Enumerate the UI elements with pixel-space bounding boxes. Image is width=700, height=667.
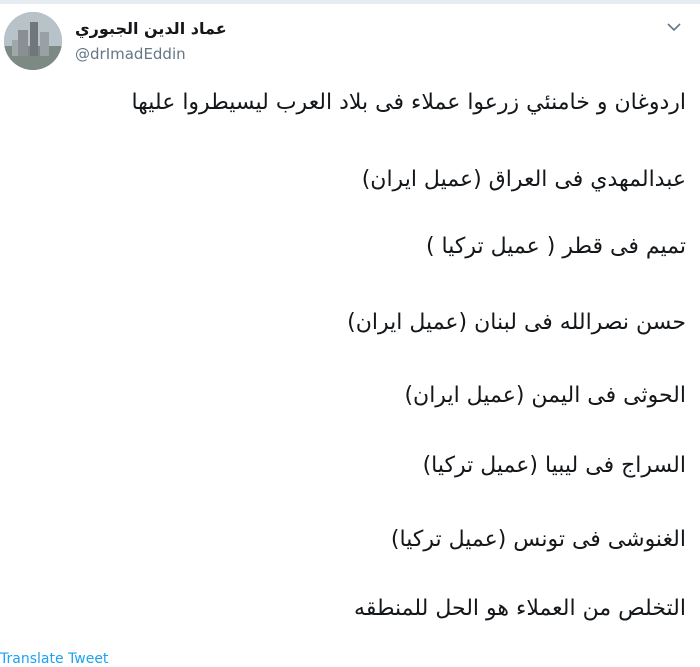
tweet-text-line: تميم فى قطر ( عميل تركيا ) [425, 234, 686, 259]
top-divider [0, 0, 700, 4]
tweet-text-line: حسن نصرالله فى لبنان (عميل ايران) [347, 310, 686, 335]
chevron-down-icon [667, 22, 681, 31]
tweet-text-line: الحوثى فى اليمن (عميل ايران) [404, 383, 686, 408]
tweet-text-line: اردوغان و خامنئي زرعوا عملاء فى بلاد الع… [131, 90, 686, 115]
tweet-text-line: السراج فى ليبيا (عميل تركيا) [422, 453, 686, 478]
tweet-text-line: التخلص من العملاء هو الحل للمنطقه [354, 596, 686, 621]
tweet-text-line: الغنوشى فى تونس (عميل تركيا) [390, 527, 686, 552]
avatar[interactable] [4, 12, 62, 70]
author-handle[interactable]: @drImadEddin [75, 45, 186, 63]
avatar-image [4, 12, 62, 70]
tweet-text-line: عبدالمهدي فى العراق (عميل ايران) [361, 167, 686, 192]
tweet-menu-button[interactable] [663, 16, 685, 38]
author-display-name[interactable]: عماد الدين الجبوري [75, 19, 227, 38]
